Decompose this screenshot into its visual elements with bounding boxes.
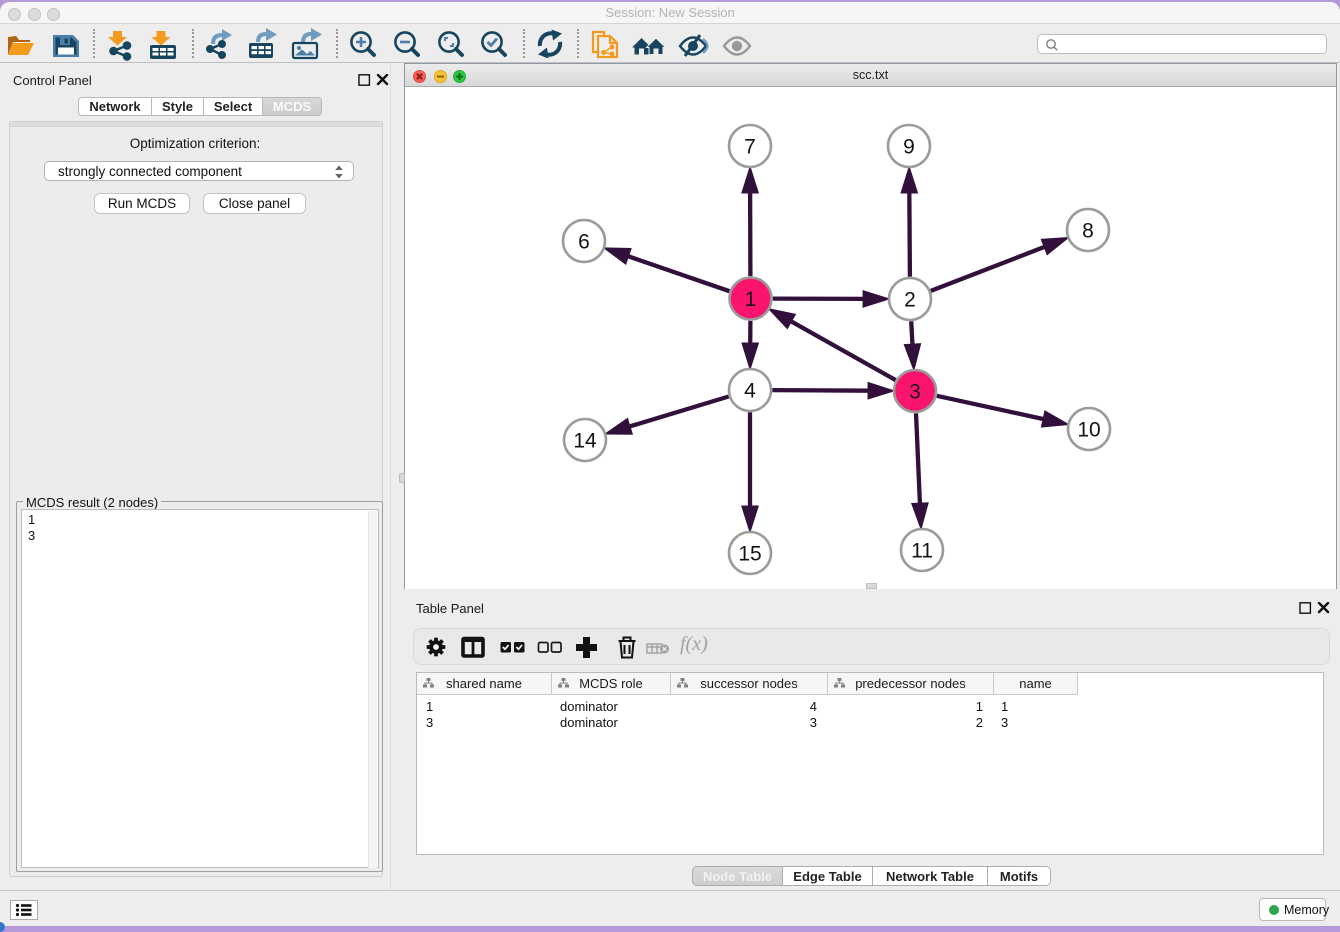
svg-text:8: 8 <box>1082 220 1094 243</box>
svg-text:3: 3 <box>909 381 921 404</box>
svg-text:9: 9 <box>903 136 915 159</box>
svg-text:2: 2 <box>904 289 916 312</box>
svg-text:6: 6 <box>578 231 590 254</box>
svg-text:15: 15 <box>738 543 761 566</box>
svg-text:11: 11 <box>911 540 933 563</box>
svg-text:1: 1 <box>745 288 757 311</box>
svg-text:14: 14 <box>573 430 597 453</box>
svg-text:7: 7 <box>744 136 756 159</box>
svg-text:4: 4 <box>744 380 756 403</box>
svg-text:10: 10 <box>1077 419 1100 442</box>
